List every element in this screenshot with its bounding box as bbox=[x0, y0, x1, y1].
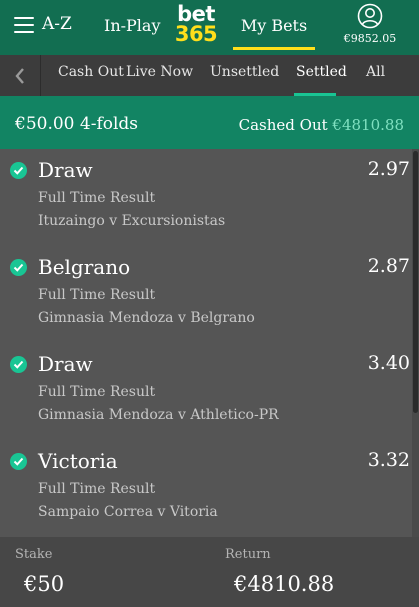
cashed-out-amount: €4810.88 bbox=[332, 116, 404, 134]
bet365-logo[interactable]: bet 365 bbox=[172, 4, 220, 46]
selection-odds: 3.32 bbox=[367, 449, 410, 471]
selection-item: Draw 3.40 Full Time Result Gimnasia Mend… bbox=[0, 343, 412, 440]
selection-item: Belgrano 2.87 Full Time Result Gimnasia … bbox=[0, 246, 412, 343]
tab-cash-out[interactable]: Cash Out bbox=[58, 64, 124, 80]
selection-name: Belgrano bbox=[38, 255, 131, 279]
mybets-active-indicator bbox=[233, 47, 315, 50]
logo-text-bottom: 365 bbox=[174, 22, 218, 46]
tab-settled[interactable]: Settled bbox=[296, 64, 347, 80]
selection-odds: 3.40 bbox=[367, 352, 410, 374]
tab-all[interactable]: All bbox=[366, 64, 385, 80]
az-menu-button[interactable]: A-Z bbox=[42, 14, 72, 34]
selection-name: Victoria bbox=[38, 449, 118, 473]
chevron-left-icon bbox=[15, 67, 24, 84]
mybets-filter-bar: Cash Out Live Now Unsettled Settled All bbox=[0, 55, 419, 96]
selection-market: Full Time Result bbox=[38, 481, 156, 497]
selection-event: Gimnasia Mendoza v Belgrano bbox=[38, 310, 255, 326]
selection-event: Sampaio Correa v Vitoria bbox=[38, 504, 218, 520]
mybets-tab[interactable]: My Bets bbox=[233, 16, 315, 35]
hamburger-icon[interactable] bbox=[14, 17, 34, 33]
selection-odds: 2.97 bbox=[367, 158, 410, 180]
selection-event: Gimnasia Mendoza v Athletico-PR bbox=[38, 407, 279, 423]
inplay-tab[interactable]: In-Play bbox=[104, 16, 161, 35]
selection-name: Draw bbox=[38, 158, 93, 182]
back-button[interactable] bbox=[0, 55, 41, 96]
check-icon bbox=[10, 162, 27, 179]
selection-item: Victoria 3.32 Full Time Result Sampaio C… bbox=[0, 440, 412, 537]
tab-live-now[interactable]: Live Now bbox=[126, 64, 193, 80]
account-button[interactable]: €9852.05 bbox=[340, 3, 400, 45]
return-value: €4810.88 bbox=[234, 572, 335, 596]
selection-odds: 2.87 bbox=[367, 255, 410, 277]
bet-footer: Stake €50 Return €4810.88 bbox=[0, 537, 419, 607]
check-icon bbox=[10, 453, 27, 470]
top-nav-bar: A-Z In-Play bet 365 My Bets €9852.05 bbox=[0, 0, 419, 55]
bet-title: €50.00 4-folds bbox=[15, 114, 139, 134]
scrollbar[interactable] bbox=[412, 149, 419, 537]
selection-market: Full Time Result bbox=[38, 384, 156, 400]
selection-item: Draw 2.97 Full Time Result Ituzaingo v E… bbox=[0, 149, 412, 246]
selection-name: Draw bbox=[38, 352, 93, 376]
check-icon bbox=[10, 259, 27, 276]
tab-unsettled[interactable]: Unsettled bbox=[210, 64, 279, 80]
selection-market: Full Time Result bbox=[38, 287, 156, 303]
scrollbar-thumb[interactable] bbox=[413, 151, 418, 413]
status-label: Cashed Out bbox=[238, 116, 328, 134]
return-label: Return bbox=[225, 547, 271, 562]
account-balance: €9852.05 bbox=[343, 32, 397, 45]
selection-event: Ituzaingo v Excursionistas bbox=[38, 213, 226, 229]
bet-header[interactable]: €50.00 4-folds Cashed Out €4810.88 bbox=[0, 96, 419, 149]
bet-status: Cashed Out €4810.88 bbox=[239, 116, 404, 134]
user-icon bbox=[357, 3, 383, 29]
check-icon bbox=[10, 356, 27, 373]
selection-market: Full Time Result bbox=[38, 190, 156, 206]
stake-value: €50 bbox=[24, 572, 65, 596]
stake-label: Stake bbox=[15, 547, 53, 562]
